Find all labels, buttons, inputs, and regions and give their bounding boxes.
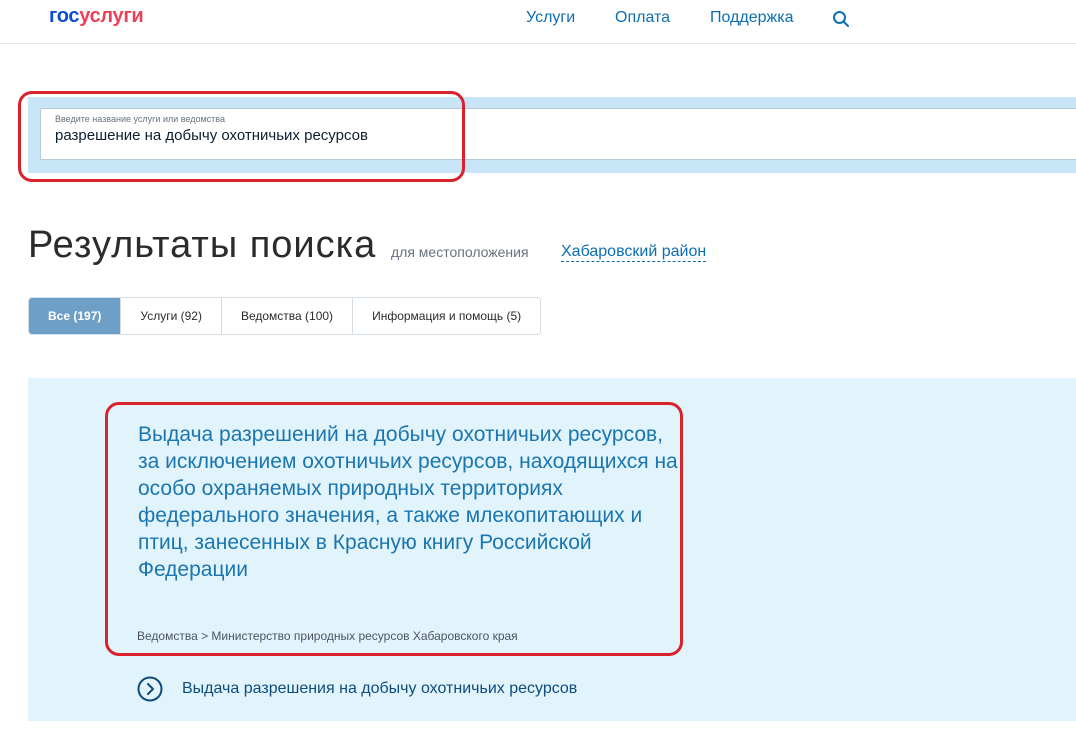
search-input[interactable]: Введите название услуги или ведомства ра… [40,108,1076,160]
tab-departments[interactable]: Ведомства (100) [221,298,354,334]
search-input-label: Введите название услуги или ведомства [55,114,225,124]
sub-service-link[interactable]: Выдача разрешения на добычу охотничьих р… [137,676,577,702]
nav-services-link[interactable]: Услуги [526,9,575,27]
chevron-right-circle-icon [137,676,163,702]
for-location-label: для местоположения [391,244,529,260]
location-link[interactable]: Хабаровский район [561,243,707,262]
search-icon[interactable] [832,10,850,28]
result-title-link[interactable]: Выдача разрешений на добычу охотничьих р… [138,421,678,583]
gosuslugi-logo[interactable]: госуслуги [49,5,144,28]
results-title: Результаты поиска [28,224,377,266]
tab-all[interactable]: Все (197) [29,298,122,334]
tab-services[interactable]: Услуги (92) [121,298,222,334]
sub-service-link-label[interactable]: Выдача разрешения на добычу охотничьих р… [182,680,577,698]
logo-part-gos: гос [49,5,80,27]
top-header: госуслуги Услуги Оплата Поддержка [0,0,1076,44]
tab-info-help[interactable]: Информация и помощь (5) [353,298,541,334]
nav-support-link[interactable]: Поддержка [710,9,793,27]
page: госуслуги Услуги Оплата Поддержка Введит… [0,0,1076,730]
results-tabs: Все (197) Услуги (92) Ведомства (100) Ин… [28,297,542,335]
logo-part-uslugi: услуги [79,5,144,27]
result-breadcrumb: Ведомства > Министерство природных ресур… [137,629,518,643]
nav-payment-link[interactable]: Оплата [615,9,670,27]
search-input-value[interactable]: разрешение на добычу охотничьих ресурсов [55,127,368,144]
